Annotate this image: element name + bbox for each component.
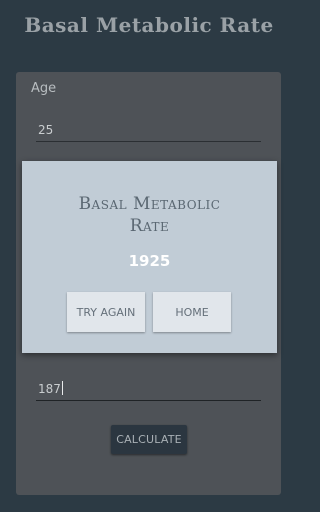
bmr-result-value: 1925 bbox=[128, 252, 171, 270]
dialog-title-line1: Basal Metabolic bbox=[78, 194, 221, 214]
app-title: Basal Metabolic Rate bbox=[24, 13, 274, 37]
height-input[interactable]: 187 bbox=[38, 381, 63, 396]
age-input-underline bbox=[36, 141, 261, 142]
age-input[interactable]: 25 bbox=[38, 123, 53, 137]
height-input-value: 187 bbox=[38, 382, 61, 396]
age-label: Age bbox=[31, 81, 57, 96]
result-dialog: Basal Metabolic Rate 1925 TRY AGAIN HOME bbox=[22, 161, 277, 353]
home-button[interactable]: HOME bbox=[153, 292, 231, 332]
try-again-button[interactable]: TRY AGAIN bbox=[67, 292, 145, 332]
dialog-title: Basal Metabolic Rate bbox=[22, 193, 277, 237]
dialog-title-line2: Rate bbox=[129, 216, 170, 236]
calculate-button[interactable]: CALCULATE bbox=[111, 425, 187, 454]
text-cursor bbox=[61, 381, 63, 395]
height-input-underline bbox=[36, 400, 261, 401]
